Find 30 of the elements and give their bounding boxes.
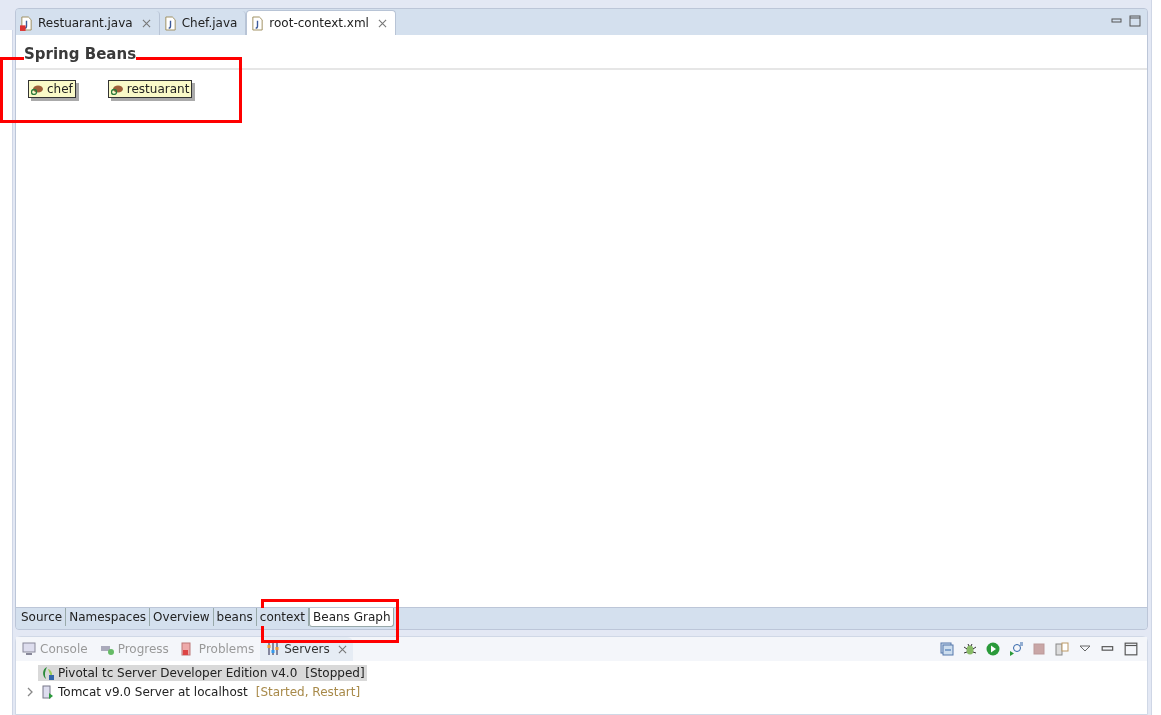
bean-label: chef xyxy=(47,82,73,96)
server-item[interactable]: Tomcat v9.0 Server at localhost [Started, Restart] xyxy=(38,683,363,700)
editor-title: Spring Beans xyxy=(24,45,137,63)
run-icon[interactable] xyxy=(986,642,1000,656)
maximize-icon[interactable] xyxy=(1129,15,1141,27)
server-item[interactable]: Pivotal tc Server Developer Edition v4.0 [Stopped] xyxy=(38,664,367,681)
page-tab[interactable]: Beans Graph xyxy=(309,608,395,627)
bean-label: restuarant xyxy=(126,82,190,96)
bean-node[interactable]: chef xyxy=(28,80,76,98)
page-tab[interactable]: Overview xyxy=(150,608,214,626)
maximize-icon[interactable] xyxy=(1124,642,1138,656)
leaf-icon xyxy=(40,665,54,680)
bean-node[interactable]: restuarant xyxy=(107,80,193,98)
collapse-icon[interactable] xyxy=(940,642,954,656)
expand-icon[interactable] xyxy=(26,686,34,697)
close-icon[interactable] xyxy=(141,18,151,28)
sliders-icon xyxy=(266,642,281,656)
bean-icon xyxy=(110,83,123,95)
editor-tab[interactable]: root-context.xml xyxy=(246,10,396,35)
server-icon xyxy=(40,684,54,699)
bug-icon[interactable] xyxy=(963,642,977,656)
profile-icon[interactable] xyxy=(1009,642,1023,656)
publish-icon[interactable] xyxy=(1055,642,1069,656)
monitor-icon xyxy=(22,642,36,656)
page-tab[interactable]: Source xyxy=(18,608,67,626)
close-icon[interactable] xyxy=(337,644,347,654)
close-icon[interactable] xyxy=(377,18,387,28)
bean-icon xyxy=(31,83,43,95)
stop-icon[interactable] xyxy=(1032,642,1046,656)
view-tab[interactable]: Servers xyxy=(260,637,353,661)
